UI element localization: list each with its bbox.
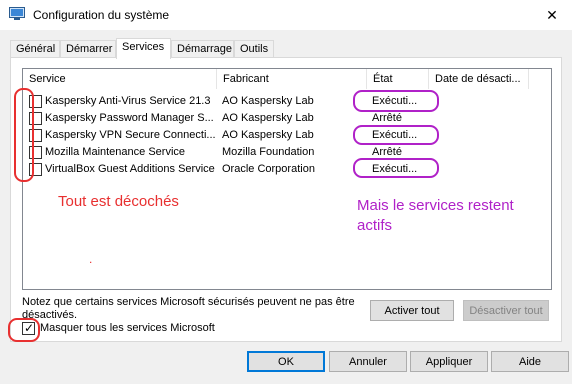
annotation-running-line1: Mais le services restent — [357, 197, 514, 214]
service-status: Arrêté — [372, 112, 402, 124]
disable-all-button[interactable]: Désactiver tout — [463, 300, 549, 321]
apply-button[interactable]: Appliquer — [410, 351, 488, 372]
purple-annotation-oval — [353, 125, 439, 145]
annotation-unchecked-note: Tout est décochés — [58, 193, 179, 210]
table-row[interactable]: Kaspersky VPN Secure Connecti... AO Kasp… — [23, 127, 553, 144]
column-header-service[interactable]: Service — [23, 69, 217, 89]
column-header-fabricant[interactable]: Fabricant — [217, 69, 367, 89]
service-name: Kaspersky VPN Secure Connecti... — [45, 129, 216, 141]
tab-demarrer[interactable]: Démarrer — [60, 40, 116, 58]
red-annotation-oval — [14, 88, 34, 182]
service-name: VirtualBox Guest Additions Service — [45, 163, 215, 175]
service-name: Kaspersky Anti-Virus Service 21.3 — [45, 95, 211, 107]
check-icon: ✓ — [24, 321, 35, 335]
services-list[interactable]: Service Fabricant État Date de désacti..… — [22, 68, 552, 290]
service-status: Arrêté — [372, 146, 402, 158]
service-manufacturer: Oracle Corporation — [222, 163, 315, 175]
tab-general[interactable]: Général — [10, 40, 60, 58]
ok-button[interactable]: OK — [247, 351, 325, 372]
service-name: Kaspersky Password Manager S... — [45, 112, 214, 124]
tab-demarrage[interactable]: Démarrage — [171, 40, 234, 58]
table-row[interactable]: Kaspersky Password Manager S... AO Kaspe… — [23, 110, 553, 127]
cancel-button[interactable]: Annuler — [329, 351, 407, 372]
window-title: Configuration du système — [33, 8, 170, 22]
system-config-icon — [9, 7, 25, 21]
table-row[interactable]: Kaspersky Anti-Virus Service 21.3 AO Kas… — [23, 93, 553, 110]
help-button[interactable]: Aide — [491, 351, 569, 372]
column-header-date[interactable]: Date de désacti... — [429, 69, 529, 89]
purple-annotation-oval — [353, 90, 439, 112]
table-row[interactable]: Mozilla Maintenance Service Mozilla Foun… — [23, 144, 553, 161]
annotation-dot: . — [89, 252, 93, 266]
tab-outils[interactable]: Outils — [234, 40, 274, 58]
service-manufacturer: AO Kaspersky Lab — [222, 112, 314, 124]
column-header-etat[interactable]: État — [367, 69, 429, 89]
annotation-running-note: Mais le services restent actifs — [357, 196, 547, 236]
enable-all-button[interactable]: Activer tout — [370, 300, 454, 321]
annotation-running-line2: actifs — [357, 217, 393, 234]
purple-annotation-oval — [353, 158, 439, 178]
table-row[interactable]: VirtualBox Guest Additions Service Oracl… — [23, 161, 553, 178]
title-bar: Configuration du système ✕ — [0, 0, 572, 30]
service-name: Mozilla Maintenance Service — [45, 146, 186, 158]
close-button[interactable]: ✕ — [532, 0, 572, 30]
hide-ms-checkbox[interactable]: ✓ — [22, 321, 35, 335]
hide-ms-label: Masquer tous les services Microsoft — [40, 322, 215, 334]
service-manufacturer: Mozilla Foundation — [222, 146, 315, 158]
close-icon: ✕ — [546, 6, 558, 23]
tab-services[interactable]: Services — [116, 38, 171, 59]
service-manufacturer: AO Kaspersky Lab — [222, 129, 314, 141]
ms-services-note: Notez que certains services Microsoft sé… — [22, 296, 355, 321]
service-manufacturer: AO Kaspersky Lab — [222, 95, 314, 107]
